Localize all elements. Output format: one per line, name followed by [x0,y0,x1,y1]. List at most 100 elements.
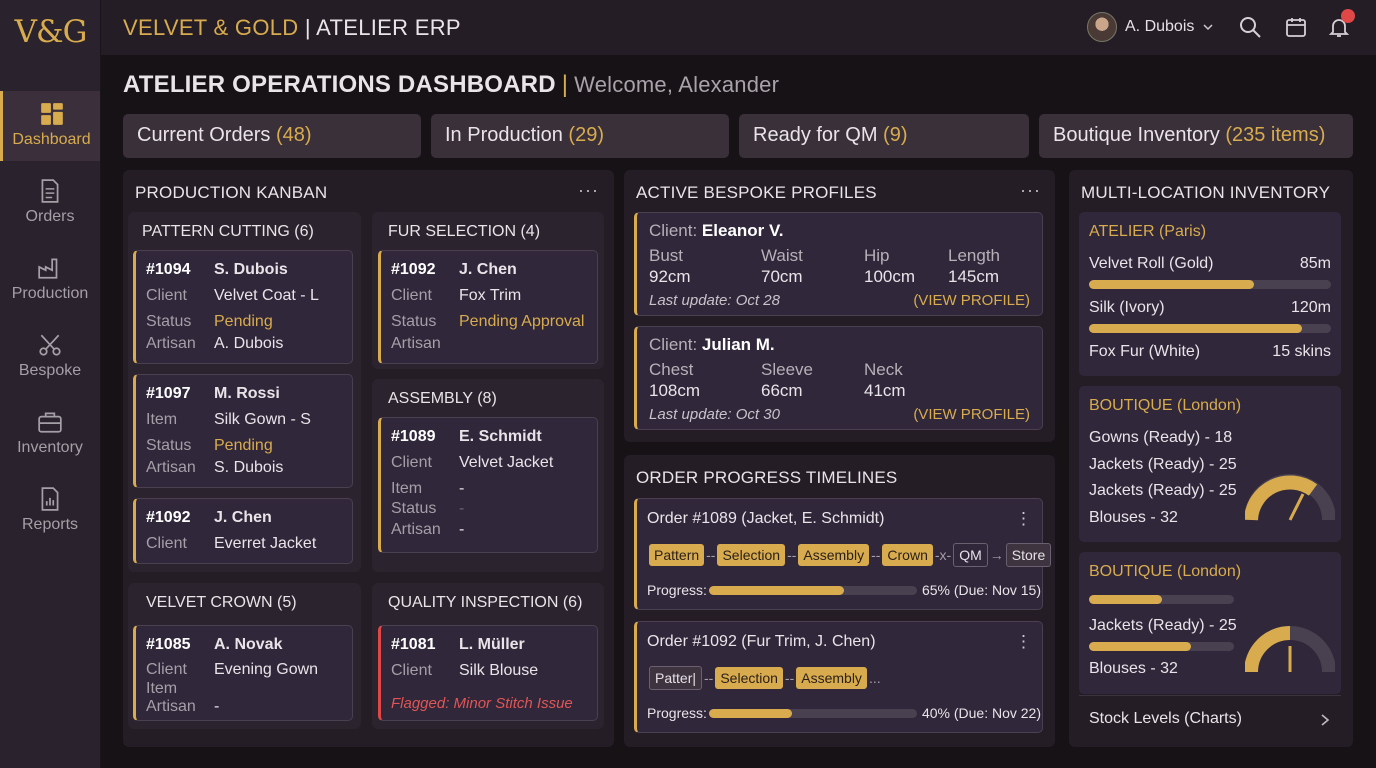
sidebar-item-label: Production [11,285,89,302]
sidebar-item-dashboard[interactable]: Dashboard [0,91,100,161]
stat-ready-for-qm[interactable]: Ready for QM (9) [739,114,1029,158]
search-icon[interactable] [1238,15,1262,39]
kanban-column-assembly: ASSEMBLY (8) #1089 E. Schmidt Client Velve… [372,379,604,572]
kanban-column-fur-selection: FUR SELECTION (4) #1092 J. Chen Client Fox… [372,212,604,369]
more-options-icon[interactable]: ⋮ [1015,509,1032,529]
panel-title: MULTI-LOCATION INVENTORY [1081,183,1331,202]
order-card[interactable]: #1094 S. Dubois Client Velvet Coat - L Sta… [133,250,353,364]
column-title: QUALITY INSPECTION (6) [388,594,583,611]
more-options-icon[interactable]: ··· [578,180,599,201]
panel-title: ACTIVE BESPOKE PROFILES [636,183,877,202]
top-bar: VELVET & GOLD | ATELIER ERP A. Dubois [101,0,1376,56]
progress-bar [709,586,917,595]
step-assembly[interactable]: Assembly [796,667,867,689]
step-crown[interactable]: Crown [882,544,933,566]
view-profile-link[interactable]: (VIEW PROFILE) [913,406,1030,423]
inventory-panel: MULTI-LOCATION INVENTORY ATELIER (Paris)… [1069,170,1353,747]
timeline-card[interactable]: Order #1089 (Jacket, E. Schmidt) ⋮ Patte… [634,498,1052,610]
report-icon [41,487,59,511]
document-icon [41,179,59,203]
order-card[interactable]: #1081 L. Müller Client Silk Blouse Flagged… [378,625,598,721]
stock-bar [1089,595,1234,604]
sidebar-item-label: Inventory [17,439,83,456]
calendar-icon[interactable] [1284,15,1308,39]
stock-levels-link[interactable]: Stock Levels (Charts) [1079,704,1341,738]
gauge-icon [1245,474,1335,521]
sidebar-item-reports[interactable]: Reports [0,476,100,546]
chevron-down-icon [1203,24,1213,31]
inventory-item[interactable]: Velvet Roll (Gold) 85m [1089,255,1331,273]
more-options-icon[interactable]: ··· [1020,180,1041,201]
step-selection[interactable]: Selection [717,544,786,566]
notification-badge [1341,9,1355,23]
progress-bar [709,709,917,718]
status-badge: Pending [214,313,273,330]
flag-text: Flagged: Minor Stitch Issue [391,695,573,712]
order-card[interactable]: #1089 E. Schmidt Client Velvet Jacket Item… [378,417,598,553]
kanban-column-velvet-crown: VELVET CROWN (5) #1085 A. Novak Client Eve… [128,583,361,729]
sidebar-item-inventory[interactable]: Inventory [0,399,100,469]
sidebar-item-bespoke[interactable]: Bespoke [0,322,100,392]
profile-card[interactable]: Client: Julian M. Chest 108cm Sleeve 66cm … [634,326,1043,430]
factory-icon [38,258,58,279]
inventory-item[interactable]: Fox Fur (White) 15 skins [1089,343,1331,361]
sidebar-item-production[interactable]: Production [0,245,100,315]
location-title: ATELIER (Paris) [1089,223,1207,240]
step-tracker: Patter| -- Selection -- Assembly... [649,666,883,690]
column-title: ASSEMBLY (8) [388,390,497,407]
sidebar-item-label: Reports [21,516,79,533]
step-pattern[interactable]: Patter| [649,666,702,690]
inventory-item[interactable]: Gowns (Ready) - 18 [1089,429,1331,447]
bespoke-profiles-panel: ACTIVE BESPOKE PROFILES ··· Client: Elea… [624,170,1055,442]
step-selection[interactable]: Selection [715,667,783,689]
profile-card[interactable]: Client: Eleanor V. Bust 92cm Waist 70cm Hi… [634,212,1043,316]
step-store[interactable]: Store [1005,543,1052,567]
stat-current-orders[interactable]: Current Orders (48) [123,114,421,158]
chevron-right-icon [1321,714,1330,726]
location-atelier: ATELIER (Paris) Velvet Roll (Gold) 85m Si… [1079,212,1341,376]
user-menu[interactable]: A. Dubois [1087,11,1214,43]
order-card[interactable]: #1092 J. Chen Client Fox Trim Status Pendin… [378,250,598,364]
scissors-icon [39,334,61,356]
step-pattern[interactable]: Pattern [649,544,705,566]
step-tracker: Pattern -- Selection -- Assembly -- Crown -x… [649,543,1052,567]
brand-logo[interactable]: V&G [0,14,101,50]
progress-row: Progress: 40% (Due: Nov 22) [647,705,1041,721]
briefcase-icon [38,412,62,433]
timeline-card[interactable]: Order #1092 (Fur Trim, J. Chen) ⋮ Patter… [634,621,1043,733]
order-title: Order #1092 (Fur Trim, J. Chen) [647,633,876,650]
stat-boutique-inventory[interactable]: Boutique Inventory (235 items) [1039,114,1353,158]
progress-row: Progress: 65% (Due: Nov 15) [647,582,1041,598]
order-card[interactable]: #1092 J. Chen Client Everret Jacket [133,498,353,564]
location-title: BOUTIQUE (London) [1089,397,1242,414]
more-options-icon[interactable]: ⋮ [1015,632,1032,652]
inventory-item[interactable]: Silk (Ivory) 120m [1089,299,1331,317]
order-card[interactable]: #1097 M. Rossi Item Silk Gown - S Status Pe… [133,374,353,488]
sidebar: V&G Dashboard Orders Production Bespoke … [0,0,101,768]
order-card[interactable]: #1085 A. Novak Client Evening Gown Item Ar… [133,625,353,721]
step-assembly[interactable]: Assembly [798,544,870,566]
column-title: FUR SELECTION (4) [388,223,541,240]
panel-title: ORDER PROGRESS TIMELINES [636,468,898,487]
view-profile-link[interactable]: (VIEW PROFILE) [913,292,1030,309]
panel-title: PRODUCTION KANBAN [135,183,328,202]
stat-in-production[interactable]: In Production (29) [431,114,729,158]
step-qm[interactable]: QM [953,543,988,567]
sidebar-item-label: Orders [25,208,75,225]
status-badge: Pending [214,437,273,454]
grid-icon [40,103,63,125]
sidebar-item-label: Dashboard [12,131,91,148]
gauge-icon [1245,626,1335,673]
status-badge: Pending Approval [459,313,585,330]
sidebar-item-orders[interactable]: Orders [0,168,100,238]
app-title: VELVET & GOLD | ATELIER ERP [123,15,461,40]
avatar [1087,12,1117,42]
column-title: VELVET CROWN (5) [146,594,297,611]
divider [1079,695,1341,696]
production-kanban-panel: PRODUCTION KANBAN ··· PATTERN CUTTING (6… [123,170,614,747]
order-timelines-panel: ORDER PROGRESS TIMELINES Order #1089 (Ja… [624,455,1055,747]
sidebar-item-label: Bespoke [18,362,82,379]
order-title: Order #1089 (Jacket, E. Schmidt) [647,510,885,527]
location-boutique-london: BOUTIQUE (London) Gowns (Ready) - 18 Jac… [1079,386,1341,542]
kanban-column-pattern-cutting: PATTERN CUTTING (6) #1094 S. Dubois Clien… [128,212,361,572]
